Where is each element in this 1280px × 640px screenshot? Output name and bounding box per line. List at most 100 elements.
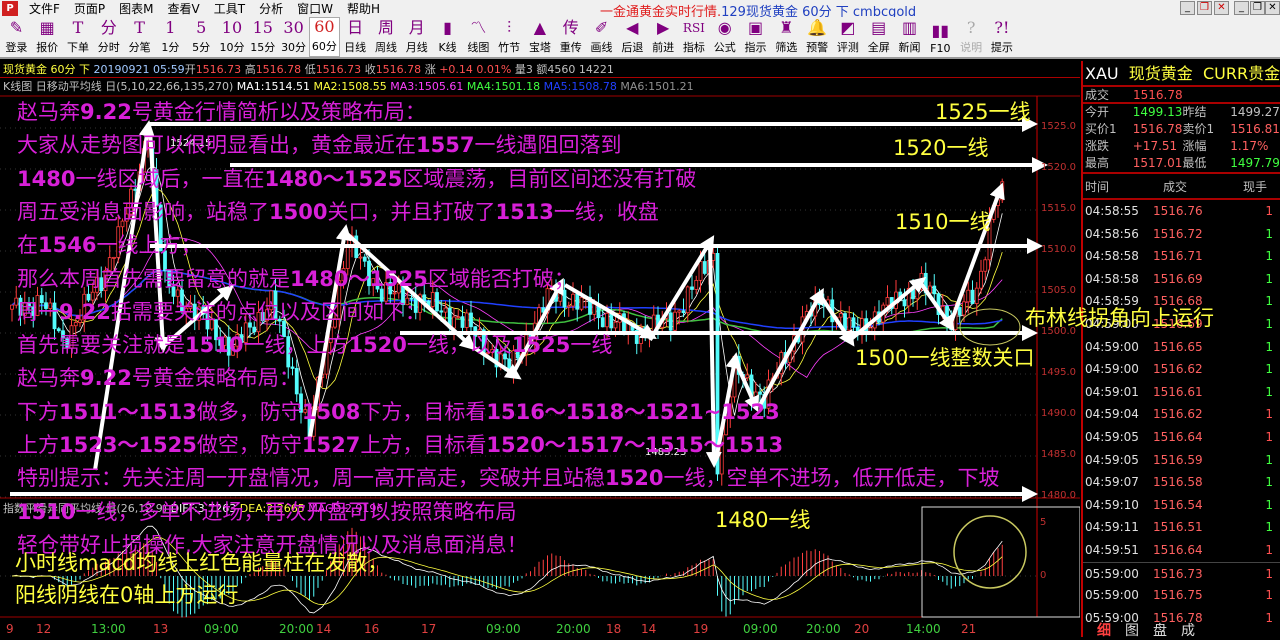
tick-list[interactable]: 04:58:55 1516.76 1 04:58:56 1516.72 1 04:58:58… — [1083, 200, 1280, 629]
candle-body — [983, 259, 988, 272]
candle-body — [469, 312, 473, 328]
overlay-text-segment: 1516～1518～1521~1523 — [486, 399, 780, 424]
annotation-macd-2: 阳线阴线在0轴上方运行 — [15, 583, 239, 607]
tick-price: 1516.51 — [1153, 520, 1203, 535]
overlay-text-segment: 1520 — [605, 466, 664, 491]
candle-body — [175, 289, 180, 297]
tick-row: 04:59:05 1516.64 1 — [1083, 426, 1280, 449]
quote-value: 1497.79 — [1230, 156, 1280, 170]
tick-price: 1516.71 — [1153, 249, 1203, 264]
tick-time: 04:59:05 — [1085, 452, 1139, 467]
overlay-text-segment: 赵马奔 — [17, 366, 80, 391]
candle-body — [112, 256, 116, 259]
overlay-text-segment: 区域震荡，目前区间还没有打破 — [402, 166, 697, 191]
tick-time: 04:59:10 — [1085, 497, 1139, 512]
overlay-text-segment: 1523～1525 — [59, 433, 197, 457]
price-axis-label: 1505.0 — [1041, 285, 1076, 296]
tick-price: 1516.73 — [1153, 566, 1203, 581]
overlay-text-line: 特别提示：先关注周一开盘情况，周一高开高走，突破并且站稳1520一线，空单不进场… — [17, 467, 999, 489]
overlay-text-segment: 一线，收盘 — [553, 199, 659, 224]
candle-body — [932, 285, 937, 295]
last-price-row: 成交 1516.78 — [1083, 87, 1280, 104]
overlay-text-segment: 在 — [17, 233, 38, 258]
overlay-text-segment: 1557 — [416, 133, 475, 158]
time-axis-label: 14 — [641, 622, 657, 636]
overlay-text-segment: 1480～1525 — [290, 266, 428, 291]
quote-panel: XAU 现货黄金 CURR贵金 成交 1516.78 今开 1499.13 昨结 149… — [1081, 61, 1280, 637]
overlay-text-segment: 1510 — [185, 333, 244, 358]
candle-body — [562, 289, 567, 308]
tick-time: 04:59:00 — [1085, 362, 1139, 377]
candle-body — [443, 307, 448, 313]
overlay-text-segment: 赵马奔 — [17, 100, 80, 124]
annotation-1500: 1500一线整数关口 — [855, 346, 1035, 370]
quote-row: 涨跌 +17.51 涨幅 1.17% — [1083, 138, 1280, 155]
tick-row: 05:59:00 1516.75 1 — [1083, 584, 1280, 607]
minimize-button[interactable]: _ — [1234, 1, 1249, 15]
time-axis-label: 09:00 — [486, 622, 521, 636]
tick-price: 1516.62 — [1153, 407, 1203, 422]
overlay-text-segment: 首先需要关注就是 — [17, 333, 185, 358]
tick-price: 1516.65 — [1153, 339, 1203, 354]
annotation-1525: 1525一线 — [935, 100, 1031, 124]
candle-body — [430, 292, 435, 307]
inner-restore-button[interactable]: ❐ — [1197, 1, 1212, 15]
time-axis-label: 16 — [364, 622, 380, 636]
candle-body — [456, 316, 461, 319]
overlay-text-segment: 那么本周首先需要留意的就是 — [17, 266, 290, 291]
quote-label: 最高 — [1085, 156, 1110, 170]
restore-button[interactable]: ❐ — [1250, 1, 1265, 15]
tick-time: 04:59:11 — [1085, 520, 1139, 535]
candle-body — [838, 313, 843, 318]
quote-label: 今开 — [1085, 105, 1110, 119]
candle-body — [566, 305, 571, 308]
quote-value: 1499.13 — [1132, 105, 1183, 119]
tick-volume: 1 — [1265, 452, 1273, 467]
inner-close-button[interactable]: ✕ — [1214, 1, 1229, 15]
panel-tabs: 细图盘成 — [1081, 620, 1280, 639]
overlay-text-segment: 一线，多单不进场，再次开盘可以按照策略布局 — [75, 499, 517, 524]
overlay-text-segment: 上方，目标看 — [360, 433, 487, 457]
annotation-1480: 1480一线 — [715, 508, 811, 532]
tick-time: 04:58:58 — [1085, 271, 1139, 286]
tick-volume: 1 — [1265, 588, 1273, 603]
overlay-text-segment: 一线，以及 — [406, 333, 512, 358]
panel-tab-1[interactable]: 图 — [1125, 620, 1139, 639]
panel-tab-0[interactable]: 细 — [1097, 620, 1111, 639]
quote-label: 涨幅 — [1182, 139, 1207, 153]
candle-body — [758, 391, 762, 395]
candle-body — [452, 316, 456, 329]
price-axis-label: 1510.0 — [1041, 244, 1076, 255]
candle-body — [957, 307, 962, 316]
time-axis-label: 12 — [36, 622, 52, 636]
tick-volume: 1 — [1265, 429, 1273, 444]
overlay-text-segment: 1520～1517～1515～1513 — [486, 433, 784, 457]
panel-tab-3[interactable]: 成 — [1181, 620, 1195, 639]
overlay-text-line: 大家从走势图可以很明显看出，黄金最近在1557一线遇阻回落到 — [17, 134, 621, 156]
candle-body — [10, 304, 14, 310]
macd-axis-label: 5 — [1040, 517, 1047, 528]
candle-body — [753, 391, 758, 399]
tick-time: 04:59:01 — [1085, 384, 1139, 399]
inner-minimize-button[interactable]: _ — [1180, 1, 1195, 15]
tick-time: 04:59:00 — [1085, 339, 1139, 354]
tick-volume: 1 — [1265, 362, 1273, 377]
overlay-text-line: 赵马奔9.22号黄金行情简析以及策略布局： — [17, 101, 426, 123]
time-axis-label: 09:00 — [204, 622, 239, 636]
macd-highlight-circle — [953, 515, 1027, 589]
tick-time: 04:59:04 — [1085, 407, 1139, 422]
trend-arrow — [705, 241, 722, 468]
close-button[interactable]: ✕ — [1265, 1, 1280, 15]
tick-row: 04:59:10 1516.54 1 — [1083, 494, 1280, 517]
panel-tab-2[interactable]: 盘 — [1153, 620, 1167, 639]
price-axis-label: 1485.0 — [1041, 449, 1076, 460]
overlay-text-segment: 上方 — [17, 433, 59, 457]
candle-body — [970, 289, 975, 304]
candle-body — [56, 328, 61, 332]
price-axis-label: 1525.0 — [1041, 121, 1076, 132]
trend-arrow — [758, 287, 824, 406]
tick-volume: 1 — [1265, 475, 1273, 490]
tick-volume: 1 — [1265, 520, 1273, 535]
candle-body — [609, 312, 614, 329]
candle-body — [575, 293, 580, 310]
